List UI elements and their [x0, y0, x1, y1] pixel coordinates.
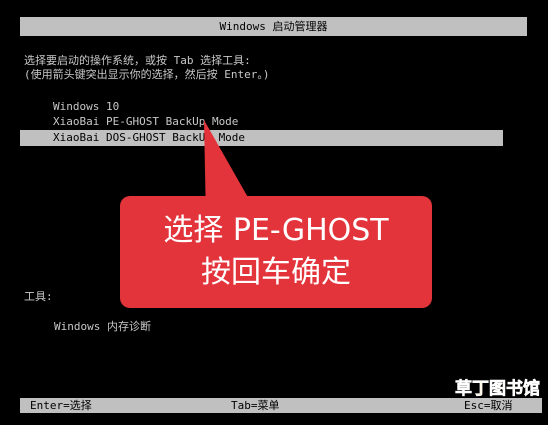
instruction-callout: 选择 PE-GHOST 按回车确定: [120, 196, 432, 308]
callout-line-2: 按回车确定: [201, 255, 351, 290]
footer-tab-hint: Tab=菜单: [231, 399, 280, 412]
footer-enter-hint: Enter=选择: [30, 399, 92, 412]
watermark-logo: 草丁图书馆: [455, 376, 541, 402]
watermark-text: 草丁图书馆: [455, 379, 541, 400]
callout-line-1: 选择 PE-GHOST: [163, 213, 389, 248]
